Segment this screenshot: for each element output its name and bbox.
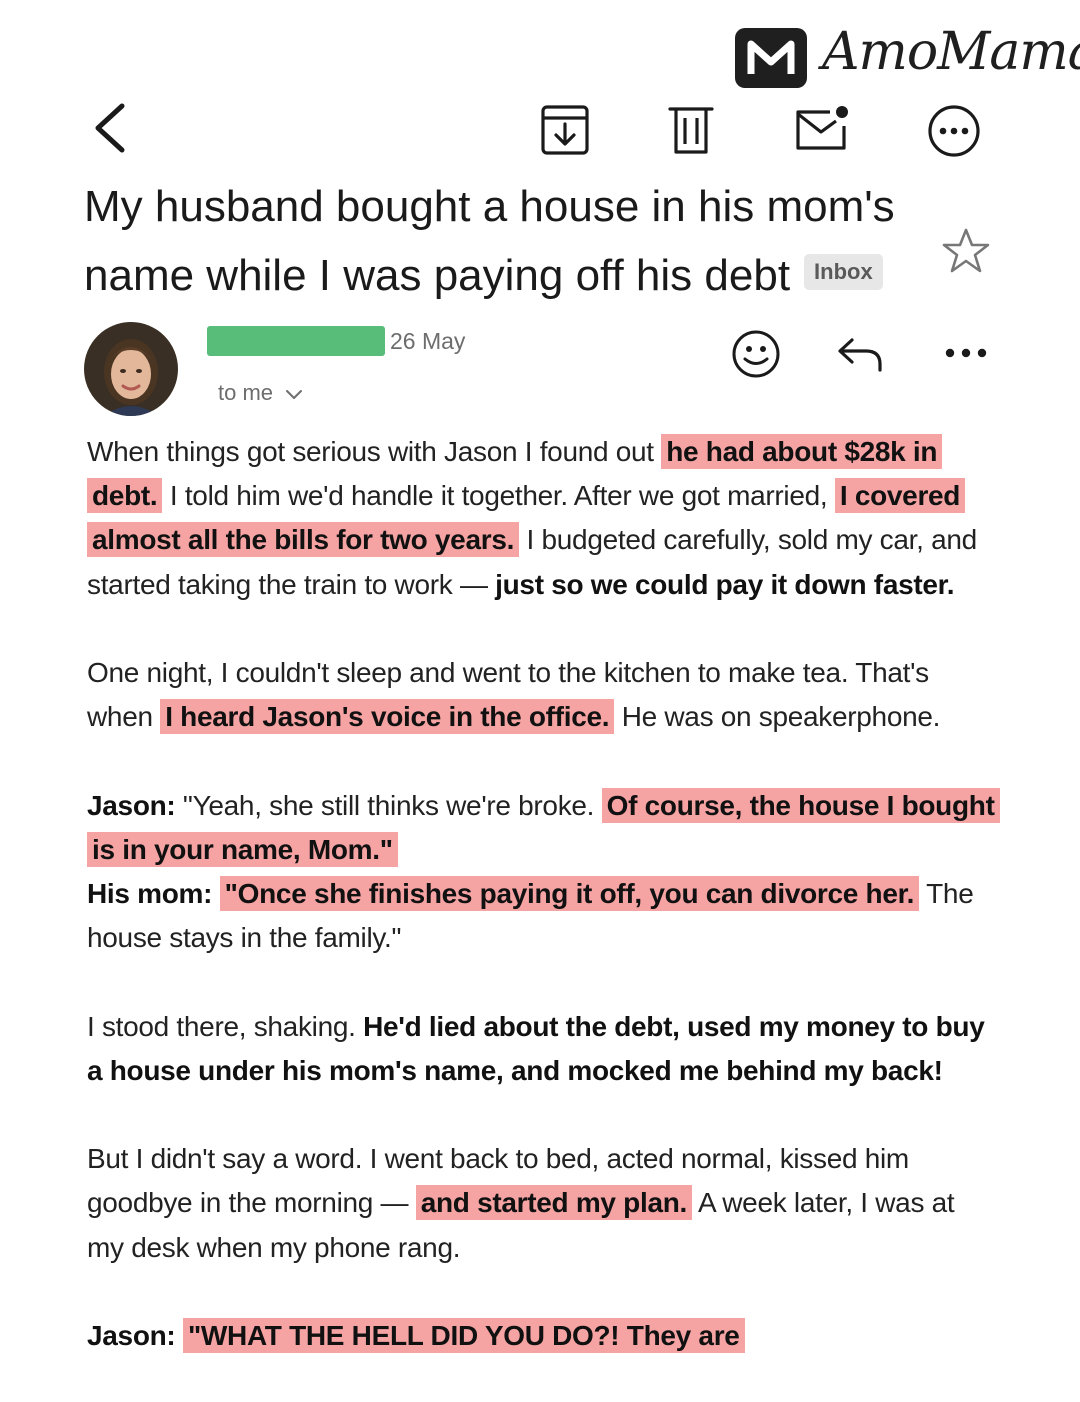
- archive-icon[interactable]: [540, 104, 590, 156]
- highlighted-text: I heard Jason's voice in the office.: [160, 699, 615, 735]
- speaker-label: Jason:: [87, 1319, 176, 1351]
- body-text: When things got serious with Jason I fou…: [87, 436, 662, 467]
- emoji-react-icon[interactable]: [730, 328, 782, 380]
- more-circle-icon[interactable]: [926, 103, 982, 159]
- body-paragraph-5: But I didn't say a word. I went back to …: [87, 1137, 997, 1270]
- body-text: I told him we'd handle it together. Afte…: [162, 480, 835, 512]
- star-icon[interactable]: [940, 226, 992, 276]
- sender-name-redacted: [207, 326, 385, 356]
- amomama-m-logo-icon: [735, 28, 807, 88]
- body-paragraph-1: When things got serious with Jason I fou…: [87, 430, 997, 607]
- body-paragraph-2: One night, I couldn't sleep and went to …: [87, 651, 997, 739]
- speaker-label: Jason:: [87, 789, 176, 821]
- body-paragraph-6: Jason: "WHAT THE HELL DID YOU DO?! They …: [87, 1314, 997, 1358]
- body-text: "Yeah, she still thinks we're broke.: [175, 789, 602, 821]
- recipient-label: to me: [218, 380, 274, 405]
- inbox-label-badge[interactable]: Inbox: [804, 254, 883, 291]
- subject-text: My husband bought a house in his mom's n…: [84, 182, 895, 300]
- body-paragraph-4: I stood there, shaking. He'd lied about …: [87, 1005, 997, 1093]
- trash-icon[interactable]: [668, 102, 714, 156]
- highlighted-text: "Once she finishes paying it off, you ca…: [219, 876, 920, 911]
- mark-unread-icon[interactable]: [794, 104, 852, 152]
- speaker-label: His mom:: [87, 878, 213, 909]
- bold-text: just so we could pay it down faster.: [495, 568, 955, 600]
- body-text: I stood there, shaking.: [87, 1010, 364, 1042]
- sender-avatar: [84, 322, 178, 416]
- email-date: 26 May: [390, 328, 466, 354]
- highlighted-text: "WHAT THE HELL DID YOU DO?! They are: [182, 1317, 745, 1353]
- highlighted-text: and started my plan.: [415, 1185, 693, 1221]
- body-paragraph-3: Jason: "Yeah, she still thinks we're bro…: [87, 784, 1000, 961]
- email-body: When things got serious with Jason I fou…: [87, 430, 1000, 1402]
- brand-name: AmoMama: [822, 22, 1080, 82]
- chevron-down-icon: [285, 381, 303, 407]
- more-dots-icon[interactable]: [944, 346, 988, 360]
- reply-icon[interactable]: [836, 336, 886, 372]
- back-arrow-icon[interactable]: [86, 100, 136, 156]
- recipient-details[interactable]: to me: [218, 380, 303, 407]
- body-text: He was on speakerphone.: [614, 701, 941, 733]
- email-subject: My husband bought a house in his mom's n…: [84, 172, 924, 310]
